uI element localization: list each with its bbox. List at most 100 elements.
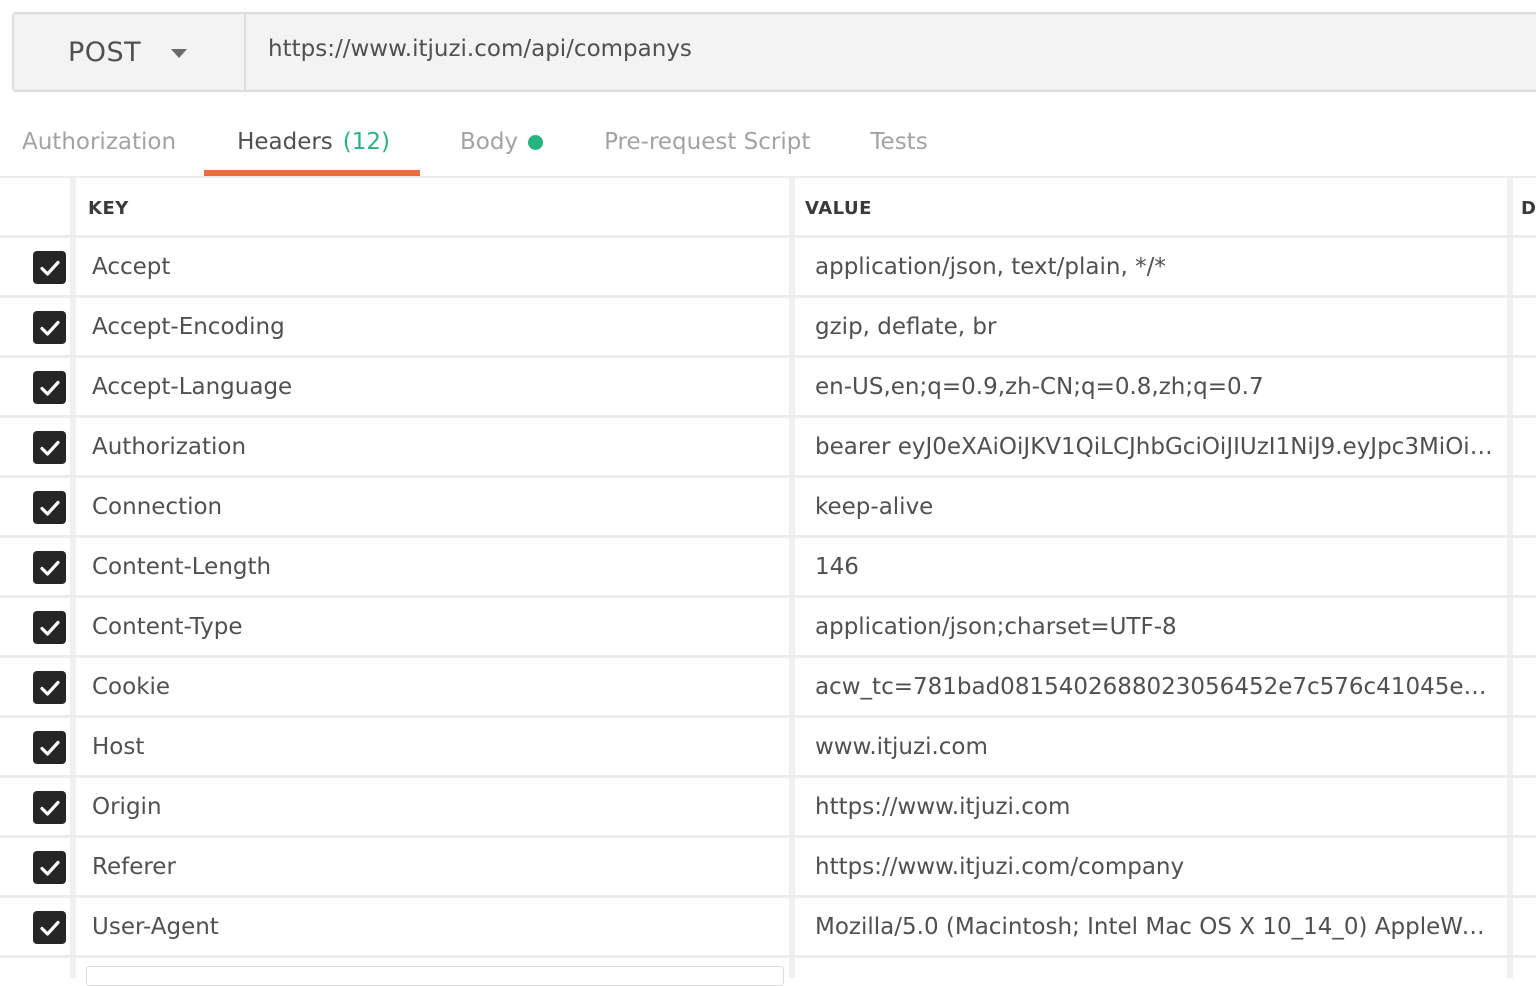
header-key-cell[interactable]: Host [92, 718, 144, 775]
header-key-cell[interactable]: Accept [92, 238, 170, 295]
header-value: application/json, text/plain, */* [815, 253, 1166, 280]
row-checkbox[interactable] [33, 731, 66, 764]
header-key-cell[interactable]: User-Agent [92, 898, 219, 955]
tab-label: Pre-request Script [604, 129, 811, 155]
checkmark-icon [39, 260, 60, 276]
table-header: KEY VALUE D [0, 178, 1536, 238]
checkmark-icon [39, 320, 60, 336]
url-input[interactable]: https://www.itjuzi.com/api/companys [246, 14, 1536, 90]
method-select[interactable]: POST [14, 14, 246, 90]
checkmark-icon [39, 620, 60, 636]
tab-label: Tests [870, 129, 928, 155]
table-row: Cookie acw_tc=781bad0815402688023056452e7… [0, 658, 1536, 718]
header-value: keep-alive [815, 493, 934, 520]
header-value-cell[interactable]: 146 [815, 538, 1495, 595]
header-value-cell[interactable]: acw_tc=781bad0815402688023056452e7c576c4… [815, 658, 1495, 715]
header-value-cell[interactable]: Mozilla/5.0 (Macintosh; Intel Mac OS X 1… [815, 898, 1495, 955]
header-key: Connection [92, 493, 223, 520]
table-row: Referer https://www.itjuzi.com/company [0, 838, 1536, 898]
header-key-cell[interactable]: Referer [92, 838, 176, 895]
header-key: Referer [92, 853, 176, 880]
checkmark-icon [39, 680, 60, 696]
header-value-cell[interactable]: https://www.itjuzi.com [815, 778, 1495, 835]
header-value: en-US,en;q=0.9,zh-CN;q=0.8,zh;q=0.7 [815, 373, 1264, 400]
row-checkbox[interactable] [33, 611, 66, 644]
row-checkbox[interactable] [33, 371, 66, 404]
tab-label: Body [460, 129, 519, 155]
header-key: Content-Type [92, 613, 243, 640]
header-value: application/json;charset=UTF-8 [815, 613, 1177, 640]
checkmark-icon [39, 560, 60, 576]
header-value-cell[interactable]: application/json;charset=UTF-8 [815, 598, 1495, 655]
table-row: Content-Type application/json;charset=UTF… [0, 598, 1536, 658]
checkmark-icon [39, 860, 60, 876]
chevron-down-icon [171, 48, 188, 58]
row-checkbox[interactable] [33, 671, 66, 704]
tab-authorization[interactable]: Authorization [22, 108, 176, 176]
header-value: https://www.itjuzi.com [815, 793, 1071, 820]
header-key-cell[interactable]: Content-Length [92, 538, 271, 595]
tab-pre-request-script[interactable]: Pre-request Script [604, 108, 810, 176]
row-checkbox[interactable] [33, 431, 66, 464]
headers-table: KEY VALUE D Accept application/json, text… [0, 178, 1536, 958]
checkmark-icon [39, 920, 60, 936]
header-value: 146 [815, 553, 859, 580]
table-row: Content-Length 146 [0, 538, 1536, 598]
row-checkbox[interactable] [33, 311, 66, 344]
header-key: Accept-Encoding [92, 313, 285, 340]
row-checkbox[interactable] [33, 851, 66, 884]
method-label: POST [68, 36, 142, 68]
tab-label: Authorization [22, 129, 177, 155]
header-value: bearer eyJ0eXAiOiJKV1QiLCJhbGciOiJIUzI1N… [815, 433, 1495, 460]
table-row: Origin https://www.itjuzi.com [0, 778, 1536, 838]
row-checkbox[interactable] [33, 551, 66, 584]
header-value-cell[interactable]: bearer eyJ0eXAiOiJKV1QiLCJhbGciOiJIUzI1N… [815, 418, 1495, 475]
tab-tests[interactable]: Tests [870, 108, 927, 176]
header-value-cell[interactable]: https://www.itjuzi.com/company [815, 838, 1495, 895]
row-checkbox[interactable] [33, 491, 66, 524]
header-key-cell[interactable]: Authorization [92, 418, 246, 475]
status-dot-icon [528, 134, 544, 150]
row-checkbox[interactable] [33, 251, 66, 284]
header-key: Accept-Language [92, 373, 293, 400]
header-key: User-Agent [92, 913, 219, 940]
new-key-input[interactable] [86, 966, 784, 986]
header-key-cell[interactable]: Accept-Language [92, 358, 292, 415]
header-key-cell[interactable]: Connection [92, 478, 222, 535]
header-value: gzip, deflate, br [815, 313, 997, 340]
table-body: Accept application/json, text/plain, */* A… [0, 238, 1536, 958]
header-key-cell[interactable]: Cookie [92, 658, 170, 715]
column-header-description: D [1521, 198, 1536, 219]
row-checkbox[interactable] [33, 791, 66, 824]
header-value: acw_tc=781bad0815402688023056452e7c576c4… [815, 673, 1495, 700]
header-value-cell[interactable]: gzip, deflate, br [815, 298, 1495, 355]
checkmark-icon [39, 740, 60, 756]
header-value: Mozilla/5.0 (Macintosh; Intel Mac OS X 1… [815, 913, 1495, 940]
table-row: Accept application/json, text/plain, */* [0, 238, 1536, 298]
table-row: Host www.itjuzi.com [0, 718, 1536, 778]
row-checkbox[interactable] [33, 911, 66, 944]
header-key: Origin [92, 793, 162, 820]
header-key: Host [92, 733, 145, 760]
header-value-cell[interactable]: keep-alive [815, 478, 1495, 535]
header-key-cell[interactable]: Origin [92, 778, 162, 835]
checkmark-icon [39, 500, 60, 516]
headers-count-badge: (12) [342, 129, 391, 155]
column-header-value: VALUE [805, 198, 872, 219]
request-tabs: Authorization Headers (12) Body Pre-requ… [0, 108, 1536, 178]
table-row: Authorization bearer eyJ0eXAiOiJKV1QiLCJh… [0, 418, 1536, 478]
tab-body[interactable]: Body [460, 108, 544, 176]
header-key: Content-Length [92, 553, 272, 580]
header-value-cell[interactable]: www.itjuzi.com [815, 718, 1495, 775]
tab-headers[interactable]: Headers (12) [237, 108, 390, 176]
header-key: Authorization [92, 433, 247, 460]
table-row: User-Agent Mozilla/5.0 (Macintosh; Intel … [0, 898, 1536, 958]
header-key-cell[interactable]: Content-Type [92, 598, 243, 655]
header-key: Cookie [92, 673, 171, 700]
header-value-cell[interactable]: application/json, text/plain, */* [815, 238, 1495, 295]
header-value-cell[interactable]: en-US,en;q=0.9,zh-CN;q=0.8,zh;q=0.7 [815, 358, 1495, 415]
column-header-key: KEY [88, 198, 129, 219]
checkmark-icon [39, 380, 60, 396]
checkmark-icon [39, 440, 60, 456]
header-key-cell[interactable]: Accept-Encoding [92, 298, 285, 355]
